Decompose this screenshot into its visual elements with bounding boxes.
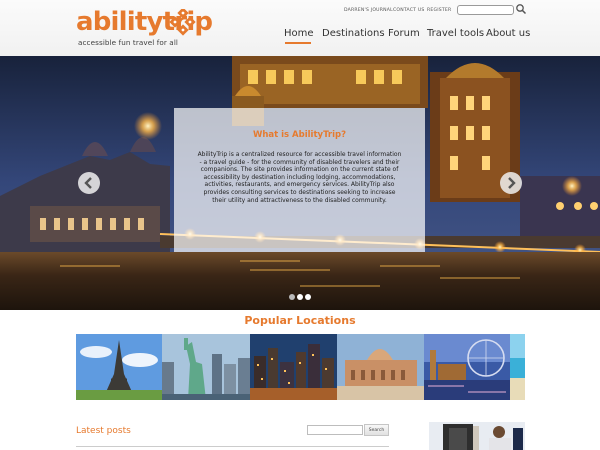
sidebar-promo-image[interactable] bbox=[429, 422, 525, 450]
nav-destinations[interactable]: Destinations bbox=[322, 28, 385, 39]
nav-travel-tools[interactable]: Travel tools bbox=[427, 28, 484, 39]
chevron-right-icon bbox=[508, 177, 516, 189]
site-logo[interactable]: abilitytrip accessible fun travel for al… bbox=[76, 7, 213, 49]
slider-dot-2[interactable] bbox=[297, 294, 303, 300]
slider-dot-1[interactable] bbox=[289, 294, 295, 300]
about-overlay-panel: What is AbilityTrip? AbilityTrip is a ce… bbox=[174, 108, 425, 252]
about-title: What is AbilityTrip? bbox=[252, 130, 347, 140]
site-header: abilitytrip accessible fun travel for al… bbox=[0, 0, 600, 56]
latest-posts-divider bbox=[76, 446, 389, 447]
location-tile-paris[interactable] bbox=[76, 334, 162, 400]
utility-link-contact[interactable]: CONTACT US bbox=[393, 8, 425, 13]
location-tile-temple[interactable] bbox=[337, 334, 424, 400]
beach-image bbox=[510, 334, 525, 400]
about-description: AbilityTrip is a centralized resource fo… bbox=[197, 151, 402, 204]
popular-locations-heading: Popular Locations bbox=[244, 314, 356, 327]
location-tile-city[interactable] bbox=[250, 334, 337, 400]
slider-next-button[interactable] bbox=[500, 172, 522, 194]
eiffel-tower-image bbox=[76, 334, 162, 400]
site-search-input[interactable] bbox=[457, 5, 514, 15]
location-tile-london[interactable] bbox=[424, 334, 510, 400]
logo-tagline: accessible fun travel for all bbox=[78, 38, 179, 47]
search-icon[interactable] bbox=[515, 3, 527, 15]
posts-search-button[interactable]: Search bbox=[364, 424, 389, 436]
popular-locations-strip bbox=[76, 334, 525, 400]
slider-dot-3[interactable] bbox=[305, 294, 311, 300]
domed-temple-image bbox=[337, 334, 424, 400]
slider-prev-button[interactable] bbox=[78, 172, 100, 194]
utility-link-register[interactable]: REGISTER bbox=[427, 8, 451, 13]
nav-home[interactable]: Home bbox=[284, 28, 314, 39]
chevron-left-icon bbox=[84, 177, 92, 189]
statue-of-liberty-image bbox=[162, 334, 250, 400]
location-tile-beach[interactable] bbox=[510, 334, 525, 400]
nav-forum[interactable]: Forum bbox=[388, 28, 420, 39]
nav-about-us[interactable]: About us bbox=[486, 28, 530, 39]
traveler-with-luggage-image bbox=[429, 422, 525, 450]
logo-diamond-icon bbox=[169, 9, 196, 36]
city-skyline-at-dusk-image bbox=[250, 334, 337, 400]
utility-link-journal[interactable]: DARREN'S JOURNAL bbox=[344, 8, 393, 13]
hero-slider: What is AbilityTrip? AbilityTrip is a ce… bbox=[0, 56, 600, 310]
london-eye-image bbox=[424, 334, 510, 400]
latest-posts-heading: Latest posts bbox=[76, 426, 131, 436]
posts-search-input[interactable] bbox=[307, 425, 363, 435]
location-tile-new-york[interactable] bbox=[162, 334, 250, 400]
nav-active-indicator bbox=[285, 42, 311, 44]
